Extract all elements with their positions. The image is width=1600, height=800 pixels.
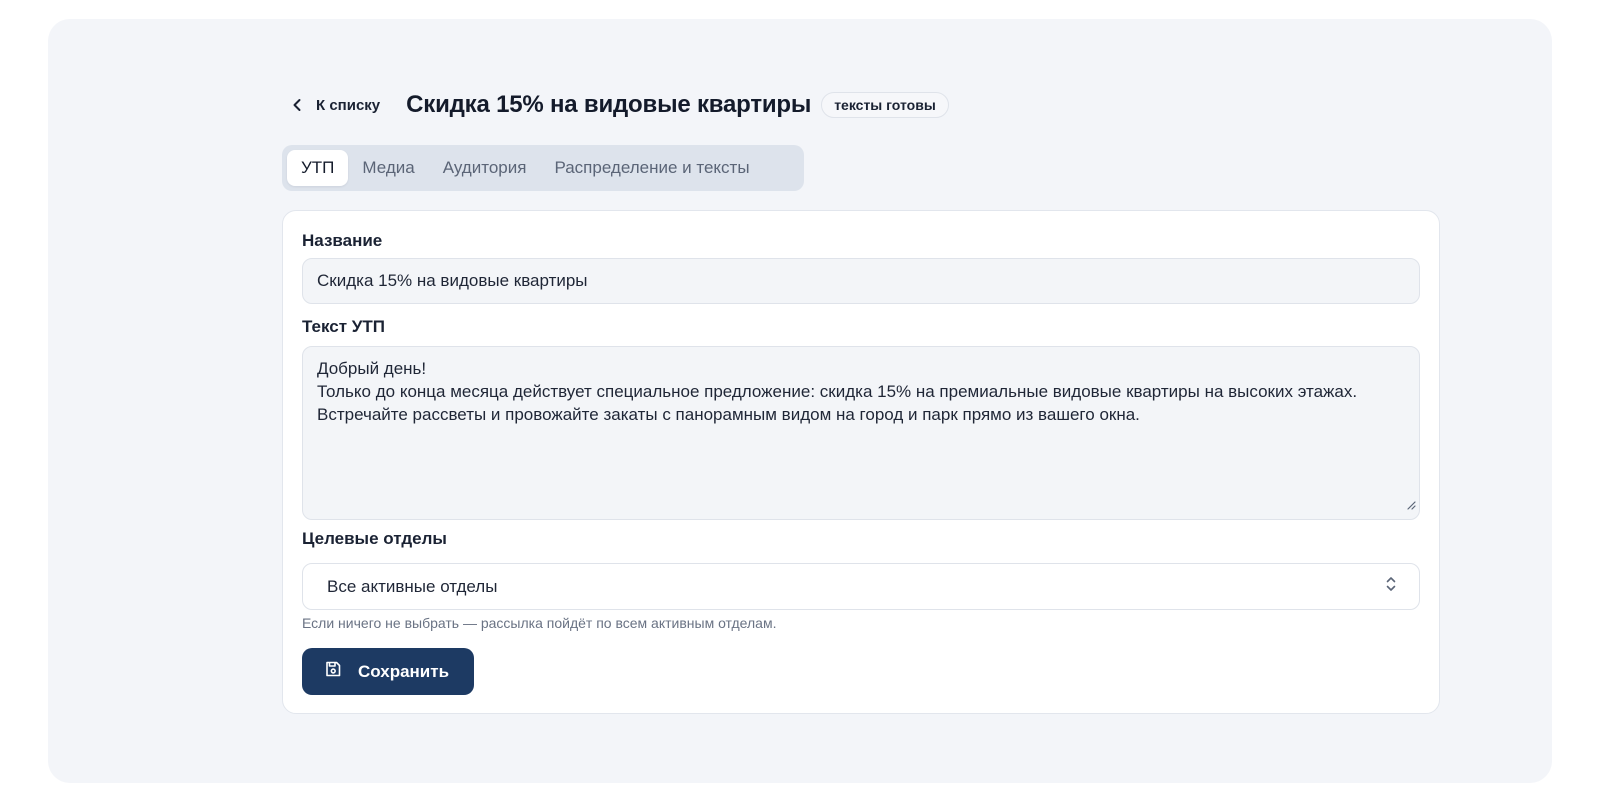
save-button-label: Сохранить [358,661,450,681]
app-frame: К списку Скидка 15% на видовые квартиры … [48,19,1552,783]
back-to-list-button[interactable]: К списку [292,97,380,114]
departments-hint: Если ничего не выбрать — рассылка пойдёт… [302,615,777,631]
resize-handle-icon[interactable] [1406,493,1416,516]
departments-select-value: Все активные отделы [327,576,498,596]
chevron-left-icon [292,98,302,112]
utp-text-line: Добрый день! [317,359,427,378]
chevron-up-down-icon [1385,575,1397,598]
page-title: Скидка 15% на видовые квартиры [406,91,812,118]
tab-media[interactable]: Медиа [348,150,428,186]
tab-audience[interactable]: Аудитория [429,150,541,186]
utp-text-label: Текст УТП [302,317,385,336]
departments-select[interactable]: Все активные отделы [302,563,1420,610]
tab-utp[interactable]: УТП [287,150,349,186]
form-card: Название Текст УТП Добрый день! Только д… [282,210,1440,714]
floppy-disk-icon [324,660,342,683]
status-badge: тексты готовы [821,92,949,118]
tab-bar: УТП Медиа Аудитория Распределение и текс… [282,145,804,191]
page-header: К списку Скидка 15% на видовые квартиры … [282,87,949,123]
utp-textarea[interactable]: Добрый день! Только до конца месяца дейс… [302,346,1420,520]
back-label: К списку [316,96,381,114]
save-button[interactable]: Сохранить [302,648,474,695]
tab-distribution-texts[interactable]: Распределение и тексты [540,150,763,186]
name-input[interactable] [302,258,1420,304]
name-label: Название [302,231,383,250]
departments-label: Целевые отделы [302,529,447,548]
utp-text-line: Только до конца месяца действует специал… [317,382,1358,424]
